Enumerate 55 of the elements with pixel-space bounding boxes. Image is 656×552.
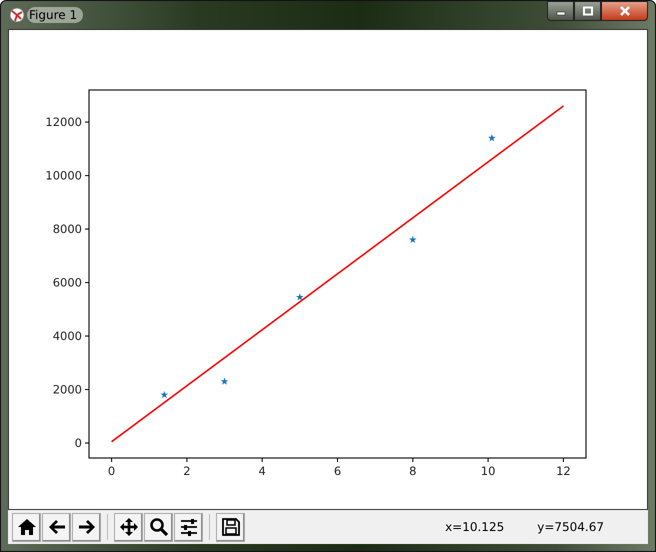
home-button[interactable]	[12, 512, 41, 542]
search-icon	[148, 517, 168, 537]
tick-mark	[186, 458, 188, 462]
maximize-icon	[582, 6, 594, 16]
coordinate-readout: x=10.125	[445, 520, 504, 534]
tick-mark	[84, 228, 90, 230]
zoom-button[interactable]	[144, 512, 173, 542]
y-tick-label: 12000	[45, 115, 82, 130]
x-tick-label: 6	[334, 464, 342, 478]
maximize-button[interactable]	[574, 1, 601, 21]
minimize-button[interactable]	[547, 1, 574, 21]
y-tick-label: 10000	[45, 168, 82, 183]
y-tick-label: 6000	[52, 276, 82, 290]
back-button[interactable]	[42, 512, 71, 542]
right-arrow-icon	[76, 517, 96, 537]
tick-mark	[84, 282, 90, 284]
x-tick-label: 0	[108, 464, 116, 478]
tick-mark	[111, 458, 112, 462]
x-tick-label: 4	[258, 464, 266, 478]
x-tick-label: 12	[556, 464, 571, 478]
window-title: Figure 1	[27, 7, 84, 23]
save-button[interactable]	[216, 512, 245, 542]
x-tick-label: 2	[183, 464, 191, 478]
x-tick-label: 8	[409, 464, 416, 478]
tick-mark	[562, 458, 564, 462]
forward-button[interactable]	[72, 512, 101, 542]
tick-mark	[84, 389, 90, 390]
star-marker	[488, 134, 496, 142]
y-tick-label: 0	[74, 436, 82, 450]
tick-mark	[412, 458, 414, 462]
star-marker	[160, 390, 168, 398]
tick-mark	[488, 458, 489, 462]
left-arrow-icon	[46, 517, 66, 537]
sliders-icon	[178, 517, 198, 537]
close-button[interactable]	[601, 1, 648, 21]
star-marker	[409, 236, 417, 243]
move-arrows-icon	[118, 517, 138, 537]
star-marker	[220, 378, 228, 385]
coordinate-readout: y=7504.67	[537, 520, 604, 534]
y-tick-label: 8000	[52, 222, 82, 236]
tick-mark	[84, 122, 90, 123]
star-marker	[296, 293, 304, 300]
tick-mark	[84, 175, 90, 176]
close-icon	[618, 6, 630, 16]
tick-mark	[337, 458, 338, 462]
pan-button[interactable]	[114, 512, 143, 542]
tick-mark	[84, 442, 90, 444]
x-tick-label: 10	[480, 464, 496, 478]
y-tick-label: 4000	[52, 329, 82, 344]
y-tick-label: 2000	[52, 382, 82, 397]
configure-button[interactable]	[174, 512, 203, 542]
tick-mark	[262, 458, 263, 462]
home-icon	[16, 517, 36, 537]
app-icon	[9, 7, 25, 23]
tick-mark	[84, 336, 90, 337]
